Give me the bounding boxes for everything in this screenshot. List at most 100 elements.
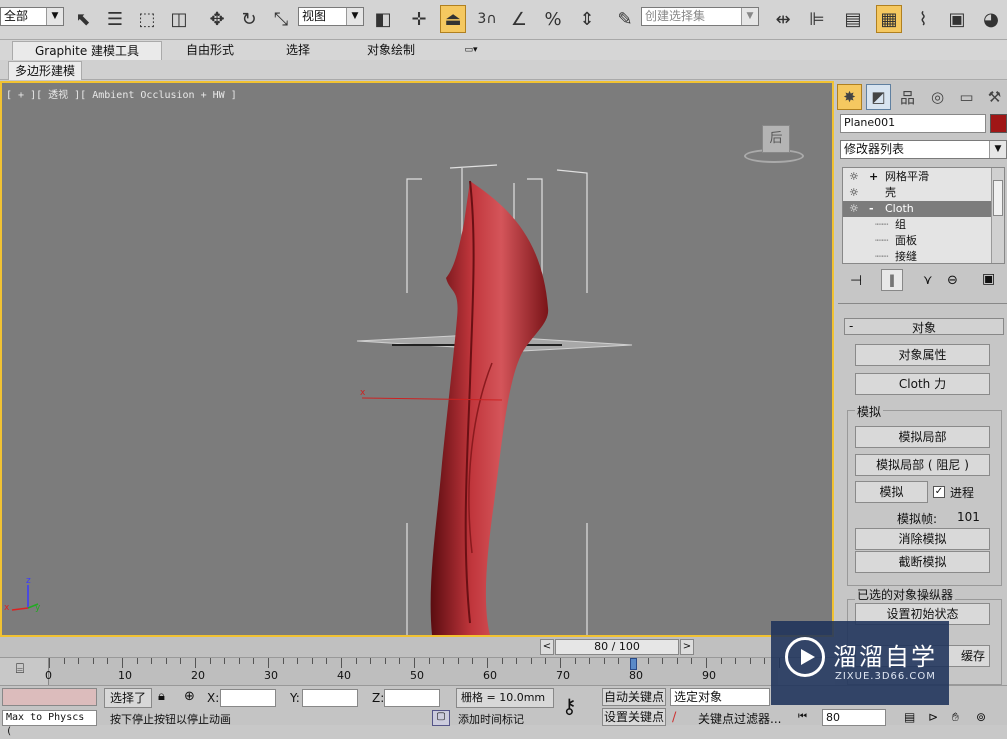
simulate-local-button[interactable]: 模拟局部 — [855, 426, 990, 448]
keyboard-shortcut-icon[interactable]: ⏏ — [440, 5, 466, 33]
orbit-icon[interactable]: ⊚ — [976, 710, 986, 724]
cloth-mesh[interactable] — [430, 181, 549, 635]
time-config-icon[interactable]: ▤ — [904, 710, 915, 724]
named-selection-dropdown[interactable]: 创建选择集 ▼ — [641, 7, 759, 26]
rotate-icon[interactable]: ↻ — [236, 5, 262, 33]
simulate-button[interactable]: 模拟 — [855, 481, 928, 503]
move-icon[interactable]: ✥ — [204, 5, 230, 33]
tab-graphite[interactable]: Graphite 建模工具 — [12, 41, 162, 60]
spinner-snap-icon[interactable]: ⇕ — [574, 5, 600, 33]
scale-icon[interactable]: ⤡ — [268, 5, 294, 33]
zoom-icon[interactable]: ⊳ — [928, 710, 938, 724]
snaps-toggle-icon[interactable]: 3 ∩ — [474, 5, 500, 33]
tab-poly-modeling[interactable]: 多边形建模 — [8, 61, 82, 80]
selection-filter-dropdown[interactable]: 全部 ▼ — [0, 7, 64, 26]
cloth-forces-button[interactable]: Cloth 力 — [855, 373, 990, 395]
modifier-list-dropdown[interactable]: 修改器列表 ▼ — [840, 140, 1007, 159]
graphite-toggle-icon[interactable]: ▦ — [876, 5, 902, 33]
simulate-local-damped-button[interactable]: 模拟局部 ( 阻尼 ) — [855, 454, 990, 476]
layer-manager-icon[interactable]: ▤ — [840, 5, 866, 33]
pivot-icon[interactable]: ◧ — [370, 5, 396, 33]
lightbulb-icon[interactable]: ☼ — [849, 201, 859, 217]
modifier-stack[interactable]: ☼ + 网格平滑 ☼ 壳 ☼ - Cloth ┈┈ 组 ┈┈ 面板 ┈┈ 接缝 — [842, 167, 1005, 264]
motion-icon[interactable]: ◎ — [925, 84, 950, 110]
edit-named-sets-icon[interactable]: ✎ — [612, 5, 638, 33]
create-icon[interactable]: ✸ — [837, 84, 862, 110]
y-coord-field[interactable] — [302, 689, 358, 707]
prev-frame-icon[interactable]: < — [540, 639, 554, 655]
selection-set-dropdown[interactable]: 选定对象 — [670, 688, 770, 706]
auto-key-button[interactable]: 自动关键点 — [602, 688, 666, 706]
track-ruler[interactable]: 0 10 20 30 40 50 60 70 80 90 — [45, 658, 780, 685]
curve-editor-icon[interactable]: ⌇ — [910, 5, 936, 33]
progress-checkbox[interactable]: ✓ — [933, 486, 945, 498]
tab-freeform[interactable]: 自由形式 — [170, 41, 250, 59]
stack-item-cloth[interactable]: ☼ - Cloth — [843, 201, 991, 217]
lock-selection-icon[interactable]: 🔒︎ — [158, 689, 165, 704]
stack-item-meshsmooth[interactable]: ☼ + 网格平滑 — [843, 169, 991, 185]
rollout-header-object[interactable]: - 对象 — [844, 318, 1004, 335]
current-frame-field[interactable]: 80 — [822, 709, 886, 726]
viewcube[interactable]: 后 — [744, 121, 804, 163]
truncate-simulation-button[interactable]: 截断模拟 — [855, 551, 990, 573]
key-icon[interactable]: ⚷ — [562, 694, 577, 718]
pan-hand-icon[interactable]: ✋︎ — [952, 710, 959, 725]
angle-snap-icon[interactable]: ∠ — [506, 5, 532, 33]
perspective-viewport[interactable]: [ + ][ 透视 ][ Ambient Occlusion + HW ] x … — [0, 81, 834, 637]
make-unique-icon[interactable]: ⋎ — [923, 273, 933, 288]
object-color-swatch[interactable] — [990, 114, 1007, 133]
time-slider-thumb[interactable]: 80 / 100 — [555, 639, 679, 655]
maxscript-listener-field[interactable]: Max to Physcs ( — [2, 710, 97, 737]
next-frame-icon[interactable]: > — [680, 639, 694, 655]
percent-snap-icon[interactable]: % — [540, 5, 566, 33]
rect-region-icon[interactable]: ⬚ — [134, 5, 160, 33]
add-time-tag-label[interactable]: 添加时间标记 — [458, 712, 524, 728]
stack-scrollbar[interactable] — [991, 168, 1004, 263]
transform-mode-icon[interactable]: ⊕ — [184, 689, 195, 704]
stack-item-shell[interactable]: ☼ 壳 — [843, 185, 991, 201]
add-time-tag-icon[interactable]: ▢ — [432, 710, 450, 726]
x-coord-field[interactable] — [220, 689, 276, 707]
align-icon[interactable]: ⊫ — [804, 5, 830, 33]
hierarchy-icon[interactable]: 品 — [895, 84, 920, 110]
remove-modifier-icon[interactable]: ⊖ — [947, 273, 958, 288]
configure-sets-icon[interactable]: ▣ — [982, 271, 995, 287]
stack-subitem-seams[interactable]: ┈┈ 接缝 — [843, 249, 991, 265]
erase-simulation-button[interactable]: 消除模拟 — [855, 528, 990, 550]
select-object-icon[interactable]: ⬉ — [70, 5, 96, 33]
goto-start-icon[interactable]: ⏮ — [798, 711, 807, 722]
select-manipulate-icon[interactable]: ✛ — [406, 5, 432, 33]
object-properties-button[interactable]: 对象属性 — [855, 344, 990, 366]
stack-subitem-panel[interactable]: ┈┈ 面板 — [843, 233, 991, 249]
key-tangent-icon[interactable]: ∕ — [672, 710, 676, 725]
window-crossing-icon[interactable]: ◫ — [166, 5, 192, 33]
lightbulb-icon[interactable]: ☼ — [849, 185, 859, 201]
maxscript-listener-pink[interactable] — [2, 688, 97, 706]
stack-subitem-group[interactable]: ┈┈ 组 — [843, 217, 991, 233]
set-key-button[interactable]: 设置关键点 — [602, 708, 666, 726]
select-by-name-icon[interactable]: ☰ — [102, 5, 128, 33]
mirror-icon[interactable]: ⇹ — [770, 5, 796, 33]
track-bar[interactable]: ⌸ 0 10 20 30 40 50 60 70 80 90 — [0, 657, 835, 685]
utilities-icon[interactable]: ⚒ — [982, 84, 1007, 110]
collapse-icon[interactable]: - — [869, 201, 874, 217]
modify-icon[interactable]: ◩ — [866, 84, 891, 110]
pin-stack-icon[interactable]: ⊣ — [850, 273, 862, 289]
lightbulb-icon[interactable]: ☼ — [849, 169, 859, 185]
stack-scroll-thumb[interactable] — [993, 180, 1003, 216]
progress-label: 进程 — [950, 486, 975, 500]
object-name-field[interactable]: Plane001 — [840, 114, 986, 133]
mini-curve-editor-icon[interactable]: ⌸ — [8, 661, 32, 681]
material-editor-icon[interactable]: ◕ — [978, 5, 1004, 33]
ref-coord-dropdown[interactable]: 视图 ▼ — [298, 7, 364, 26]
expand-icon[interactable]: + — [869, 169, 878, 185]
tab-selection[interactable]: 选择 — [268, 41, 328, 59]
ribbon-options-icon[interactable]: ▭▾ — [456, 41, 486, 59]
schematic-view-icon[interactable]: ▣ — [944, 5, 970, 33]
current-frame-marker[interactable] — [630, 658, 637, 670]
display-icon[interactable]: ▭ — [954, 84, 979, 110]
z-coord-field[interactable] — [384, 689, 440, 707]
show-end-result-icon[interactable]: ‖ — [881, 269, 903, 291]
viewcube-face[interactable]: 后 — [762, 125, 790, 153]
tab-object-paint[interactable]: 对象绘制 — [346, 41, 436, 59]
